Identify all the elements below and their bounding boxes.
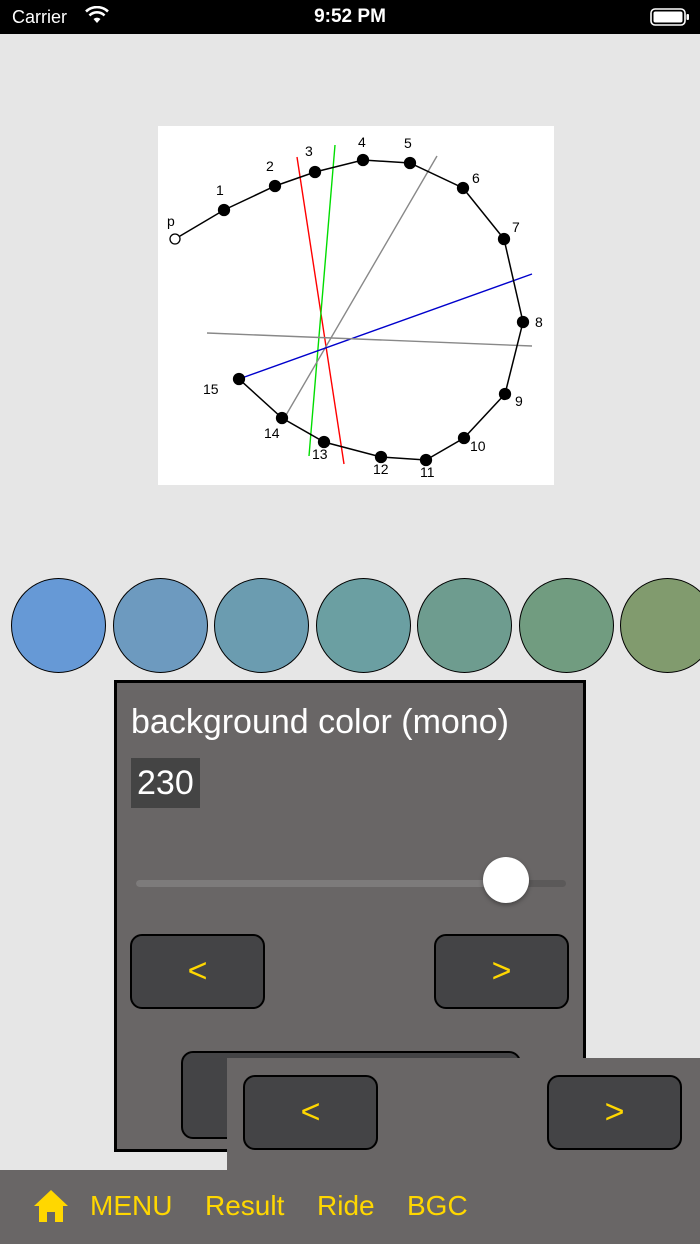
point-label-1: 1 (216, 182, 224, 198)
points-layer (169, 153, 530, 467)
nav-bgc[interactable]: BGC (407, 1190, 468, 1222)
point-p (169, 233, 181, 245)
color-swatch-6[interactable] (518, 578, 614, 673)
point-6 (456, 181, 470, 195)
point-5 (403, 156, 417, 170)
point-4 (356, 153, 370, 167)
panel-title: background color (mono) (131, 703, 509, 741)
point-10 (457, 431, 471, 445)
point-label-8: 8 (535, 314, 543, 330)
battery-icon (650, 8, 689, 26)
point-label-12: 12 (373, 461, 389, 477)
point-label-13: 13 (312, 446, 328, 462)
point-1 (217, 203, 231, 217)
point-15 (232, 372, 246, 386)
next-button[interactable]: > (547, 1075, 682, 1150)
bottom-nav-bar: MENU Result Ride BGC (0, 1170, 700, 1244)
overlay-panel: < > (227, 1058, 700, 1170)
polygon-diagram: p 1 2 3 4 5 6 7 8 9 10 11 12 13 14 15 (158, 126, 554, 485)
point-14 (275, 411, 289, 425)
lines-layer (206, 144, 533, 465)
point-label-10: 10 (470, 438, 486, 454)
point-2 (268, 179, 282, 193)
previous-button[interactable]: < (243, 1075, 378, 1150)
guide-line-4 (206, 332, 533, 347)
guide-line-2 (281, 155, 438, 423)
increment-button[interactable]: > (434, 934, 569, 1009)
point-label-11: 11 (420, 464, 435, 480)
status-time: 9:52 PM (314, 6, 386, 27)
point-7 (497, 232, 511, 246)
point-label-2: 2 (266, 158, 274, 174)
color-swatch-7[interactable] (620, 578, 700, 673)
slider-thumb[interactable] (482, 857, 529, 903)
status-bar: Carrier 9:52 PM (0, 0, 700, 34)
point-8 (516, 315, 530, 329)
point-label-7: 7 (512, 219, 520, 235)
decrement-button[interactable]: < (130, 934, 265, 1009)
point-9 (498, 387, 512, 401)
point-label-p: p (167, 213, 175, 229)
diagram-canvas: p1234 56789101112131415 (167, 134, 543, 480)
nav-ride[interactable]: Ride (317, 1190, 375, 1222)
guide-line-1 (308, 144, 336, 457)
point-label-4: 4 (358, 134, 366, 150)
home-icon[interactable] (32, 1188, 70, 1224)
color-swatch-2[interactable] (112, 578, 208, 673)
point-label-15: 15 (203, 381, 219, 397)
guide-line-3 (238, 273, 533, 380)
value-field: 230 (131, 758, 200, 808)
point-3 (308, 165, 322, 179)
color-swatch-3[interactable] (214, 578, 309, 673)
slider-fill (136, 880, 506, 887)
point-label-14: 14 (264, 425, 280, 441)
point-label-3: 3 (305, 143, 313, 159)
nav-result[interactable]: Result (205, 1190, 284, 1222)
color-swatch-4[interactable] (315, 578, 411, 673)
color-swatch-1[interactable] (11, 578, 106, 673)
point-label-6: 6 (472, 170, 480, 186)
point-label-5: 5 (404, 135, 412, 151)
color-swatch-row (0, 577, 700, 674)
point-label-9: 9 (515, 393, 523, 409)
nav-menu[interactable]: MENU (90, 1190, 172, 1222)
color-swatch-5[interactable] (417, 578, 512, 673)
labels-layer: p1234 56789101112131415 (167, 134, 543, 480)
